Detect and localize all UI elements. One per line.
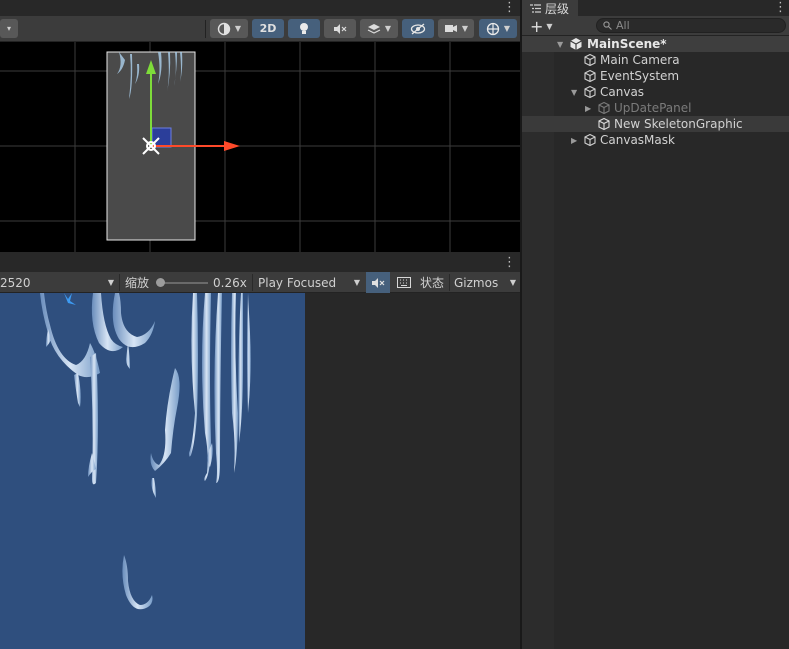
chevron-down-icon: ▼ (503, 24, 511, 33)
icicle-skeleton-graphic (40, 293, 251, 610)
gizmos-button[interactable]: Gizmos ▼ (454, 272, 520, 293)
gizmos-dropdown[interactable]: ▼ (479, 19, 517, 38)
expand-arrow-icon[interactable]: ▼ (557, 40, 563, 49)
gameobject-cube-icon (584, 85, 596, 99)
play-mode-dropdown[interactable]: Play Focused ▼ (258, 272, 362, 293)
toolbar-divider (252, 274, 253, 291)
toolbar-divider (119, 274, 120, 291)
audio-toggle[interactable] (324, 19, 356, 38)
resolution-value: 2520 (0, 275, 31, 290)
hierarchy-tree: ▼ MainScene* Main Camera EventSystem ▼ C… (522, 36, 789, 148)
keyboard-shortcuts-toggle[interactable] (392, 272, 416, 293)
resolution-dropdown[interactable]: 2520 ▼ (0, 272, 118, 293)
mode-2d-toggle[interactable]: 2D (252, 19, 284, 38)
gizmos-label: Gizmos (454, 275, 499, 290)
scene-canvas[interactable] (0, 42, 520, 252)
tree-item-canvasmask[interactable]: ▶ CanvasMask (522, 132, 789, 148)
tree-item-label: UpDatePanel (614, 101, 692, 115)
gizmo-globe-icon (486, 22, 500, 35)
eye-hidden-icon (410, 23, 426, 34)
camera-dropdown[interactable]: ▼ (438, 19, 474, 38)
hierarchy-toolbar: + ▼ All (522, 16, 789, 36)
hierarchy-search-input[interactable]: All (596, 18, 786, 33)
search-icon (603, 21, 612, 30)
tree-item-label: Canvas (600, 85, 645, 99)
tree-item-label: EventSystem (600, 69, 680, 83)
scale-slider-thumb[interactable] (156, 278, 165, 287)
hierarchy-tab-bar: 层级 ⋮ (522, 0, 789, 16)
chevron-down-icon: ▼ (234, 24, 242, 33)
tree-item-label: CanvasMask (600, 133, 675, 147)
scale-slider[interactable] (154, 272, 208, 293)
tree-item-eventsystem[interactable]: EventSystem (522, 68, 789, 84)
scene-grid (0, 42, 520, 252)
chevron-down-icon: ▼ (384, 24, 392, 33)
effects-layers-icon (367, 23, 381, 34)
expand-arrow-icon[interactable]: ▼ (571, 88, 577, 97)
hierarchy-tab-label: 层级 (545, 1, 570, 16)
collapsed-arrow-icon[interactable]: ▶ (571, 136, 577, 145)
chevron-down-icon: ▼ (509, 278, 516, 287)
mute-audio-toggle[interactable] (366, 272, 390, 293)
tab-hierarchy[interactable]: 层级 (522, 0, 578, 16)
tree-item-new-skeletongraphic[interactable]: New SkeletonGraphic (522, 116, 789, 132)
shading-mode-button[interactable]: ▼ (210, 19, 248, 38)
toolbar-separator (205, 20, 206, 38)
chevron-down-icon: ▾ (6, 24, 11, 33)
tree-item-canvas[interactable]: ▼ Canvas (522, 84, 789, 100)
plus-icon: + (530, 16, 544, 36)
hierarchy-list-icon (530, 3, 541, 13)
scene-more-menu-icon[interactable]: ⋮ (503, 1, 516, 15)
lightbulb-icon (300, 22, 308, 34)
tree-item-label: Main Camera (600, 53, 680, 67)
tree-item-label: MainScene* (587, 37, 667, 51)
scene-toolbar: ▾ ▼ 2D ▼ ▼ ▼ (0, 16, 520, 42)
game-toolbar: 2520 ▼ 缩放 0.26x Play Focused ▼ 状态 Gizmos… (0, 272, 520, 293)
tree-item-label: New SkeletonGraphic (614, 117, 743, 131)
audio-mute-icon (334, 23, 347, 34)
scene-tab-bar: ⋮ (0, 0, 520, 16)
game-view (0, 293, 520, 649)
scale-slider-track (158, 282, 208, 284)
game-more-menu-icon[interactable]: ⋮ (503, 256, 516, 270)
hierarchy-more-menu-icon[interactable]: ⋮ (774, 1, 787, 15)
tree-item-updatepanel[interactable]: ▶ UpDatePanel (522, 100, 789, 116)
chevron-down-icon: ▼ (353, 278, 360, 287)
game-canvas[interactable] (0, 293, 305, 649)
toolbar-divider (449, 274, 450, 291)
lighting-toggle[interactable] (288, 19, 320, 38)
scale-label: 缩放 (125, 276, 150, 290)
shading-sphere-icon (217, 22, 231, 35)
search-placeholder: All (616, 19, 630, 32)
tool-dropdown-button[interactable]: ▾ (0, 19, 18, 38)
gameobject-cube-icon (598, 117, 610, 131)
collapsed-arrow-icon[interactable]: ▶ (585, 104, 591, 113)
gameobject-cube-icon (584, 133, 596, 147)
unity-scene-icon (570, 38, 582, 50)
camera-icon (444, 25, 457, 32)
keyboard-icon (397, 277, 411, 288)
gameobject-cube-icon (584, 53, 596, 67)
tree-item-mainscene[interactable]: ▼ MainScene* (522, 36, 789, 52)
game-tab-bar: ⋮ (0, 252, 520, 272)
gameobject-cube-icon (598, 101, 610, 115)
chevron-down-icon: ▼ (461, 24, 469, 33)
chevron-down-icon: ▼ (546, 21, 553, 31)
play-mode-value: Play Focused (258, 275, 337, 290)
stats-button[interactable]: 状态 (420, 272, 444, 293)
tree-item-main-camera[interactable]: Main Camera (522, 52, 789, 68)
chevron-down-icon: ▼ (107, 278, 114, 287)
visibility-toggle[interactable] (402, 19, 434, 38)
effects-dropdown[interactable]: ▼ (360, 19, 398, 38)
gameobject-cube-icon (584, 69, 596, 83)
add-object-button[interactable]: + ▼ (530, 16, 553, 36)
scale-value: 0.26x (213, 275, 247, 290)
audio-mute-icon (372, 277, 385, 288)
hierarchy-panel: 层级 ⋮ + ▼ All ▼ MainScene* Main Camera Ev… (522, 0, 789, 649)
